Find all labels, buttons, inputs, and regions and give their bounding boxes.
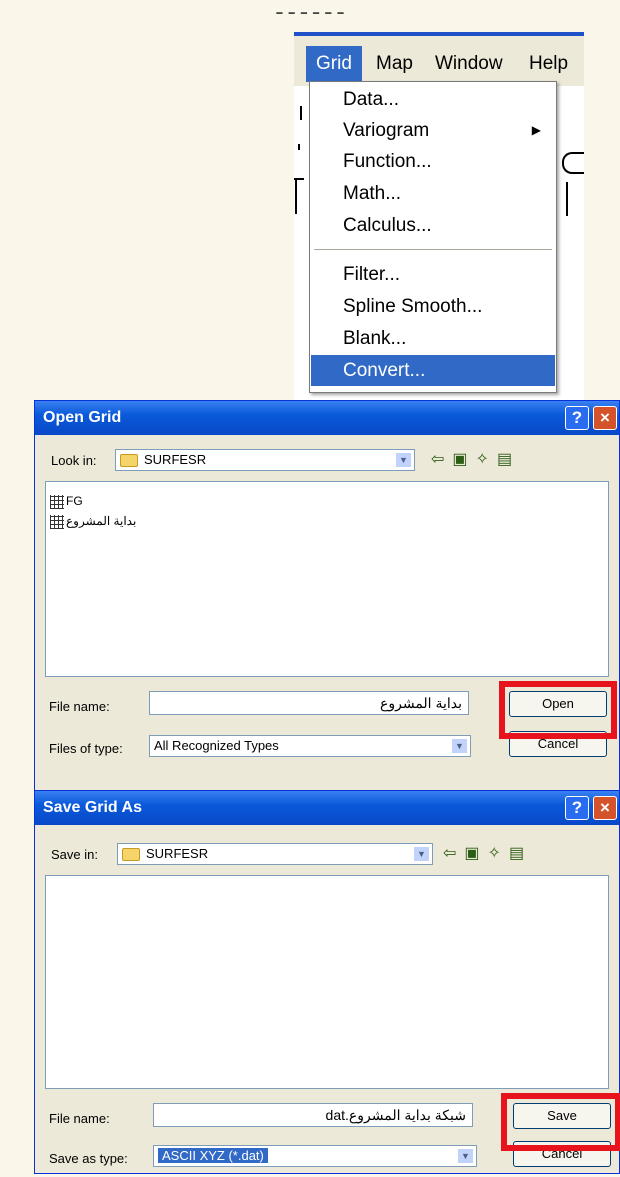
grid-file-icon — [50, 514, 64, 529]
menu-item-function[interactable]: Function... — [311, 146, 555, 177]
chevron-down-icon[interactable]: ▼ — [413, 846, 430, 862]
file-name-input[interactable]: شبكة بداية المشروع.dat — [153, 1103, 473, 1127]
menu-grid[interactable]: Grid — [306, 46, 362, 82]
menu-window[interactable]: Window — [425, 46, 513, 82]
annotation-highlight — [499, 681, 617, 739]
file-name: FG — [66, 494, 83, 508]
menu-item-convert[interactable]: Convert... — [311, 355, 555, 386]
chevron-down-icon[interactable]: ▼ — [451, 738, 468, 754]
close-icon[interactable]: × — [593, 796, 617, 820]
back-icon[interactable]: ⇦ — [431, 451, 452, 468]
toolbar-separator — [300, 106, 302, 120]
file-name-input[interactable]: بداية المشروع — [149, 691, 469, 715]
up-folder-icon[interactable]: ▣ — [464, 845, 487, 862]
save-in-combo[interactable]: SURFESR ▼ — [117, 843, 433, 865]
folder-icon — [122, 848, 140, 862]
file-list[interactable]: FG بداية المشروع — [45, 481, 609, 677]
menu-help[interactable]: Help — [519, 46, 578, 82]
chevron-down-icon[interactable]: ▼ — [395, 452, 412, 468]
ruler-mark — [295, 178, 297, 214]
open-dialog-titlebar: Open Grid ? × — [35, 401, 619, 435]
menu-item-spline-smooth[interactable]: Spline Smooth... — [311, 291, 555, 322]
file-name: بداية المشروع — [66, 514, 137, 528]
file-list[interactable] — [45, 875, 609, 1089]
folder-icon — [120, 454, 138, 468]
menu-item-calculus[interactable]: Calculus... — [311, 210, 555, 241]
menu-separator — [314, 249, 552, 251]
toolbar-mark — [298, 144, 300, 150]
view-menu-icon[interactable]: ▤ — [497, 451, 520, 468]
save-grid-dialog: Save Grid As ? × Save in: SURFESR ▼ ⇦▣✧▤… — [34, 790, 620, 1174]
menu-map[interactable]: Map — [366, 46, 423, 82]
menu-item-math[interactable]: Math... — [311, 178, 555, 209]
list-item-selected[interactable]: بداية المشروع — [50, 512, 136, 530]
chevron-down-icon[interactable]: ▼ — [457, 1148, 474, 1164]
up-folder-icon[interactable]: ▣ — [452, 451, 475, 468]
files-of-type-label: Files of type: — [49, 741, 123, 756]
save-in-label: Save in: — [51, 847, 98, 862]
help-icon[interactable]: ? — [565, 796, 589, 820]
submenu-arrow-icon: ▶ — [531, 123, 541, 137]
look-in-value: SURFESR — [144, 452, 207, 467]
dialog-title: Open Grid — [43, 409, 122, 426]
menu-item-variogram[interactable]: Variogram ▶ — [311, 115, 555, 146]
menu-item-data[interactable]: Data... — [311, 84, 555, 115]
menu-bar: Grid Map Window Help — [294, 32, 584, 86]
look-in-combo[interactable]: SURFESR ▼ — [115, 449, 415, 471]
files-of-type-value: All Recognized Types — [154, 738, 279, 753]
menu-item-blank[interactable]: Blank... — [311, 323, 555, 354]
save-as-type-label: Save as type: — [49, 1151, 128, 1166]
menu-item-filter[interactable]: Filter... — [311, 259, 555, 290]
back-icon[interactable]: ⇦ — [443, 845, 464, 862]
new-folder-icon[interactable]: ✧ — [476, 451, 497, 468]
grid-file-icon — [50, 494, 64, 509]
shape-fragment — [562, 152, 584, 174]
save-as-type-select[interactable]: ASCII XYZ (*.dat) ▼ — [153, 1145, 477, 1167]
menu-item-label: Variogram — [343, 120, 430, 141]
files-of-type-select[interactable]: All Recognized Types ▼ — [149, 735, 471, 757]
dialog-title: Save Grid As — [43, 799, 143, 816]
save-dialog-titlebar: Save Grid As ? × — [35, 791, 619, 825]
grid-menu-dropdown: Data... Variogram ▶ Function... Math... … — [309, 81, 557, 393]
view-menu-icon[interactable]: ▤ — [509, 845, 532, 862]
new-folder-icon[interactable]: ✧ — [488, 845, 509, 862]
dialog-toolbar: ⇦▣✧▤ — [443, 843, 532, 863]
file-name-label: File name: — [49, 699, 110, 714]
annotation-highlight — [501, 1093, 620, 1151]
ruler-mark — [566, 182, 568, 216]
dialog-toolbar: ⇦▣✧▤ — [431, 449, 520, 469]
look-in-label: Look in: — [51, 453, 97, 468]
save-in-value: SURFESR — [146, 846, 209, 861]
open-grid-dialog: Open Grid ? × Look in: SURFESR ▼ ⇦▣✧▤ FG… — [34, 400, 620, 792]
list-item[interactable]: FG — [50, 492, 83, 510]
save-as-type-value: ASCII XYZ (*.dat) — [158, 1148, 268, 1163]
file-name-label: File name: — [49, 1111, 110, 1126]
help-icon[interactable]: ? — [565, 406, 589, 430]
top-caption: ـ ـ ـ ـ ـ ـ — [276, 0, 344, 19]
close-icon[interactable]: × — [593, 406, 617, 430]
